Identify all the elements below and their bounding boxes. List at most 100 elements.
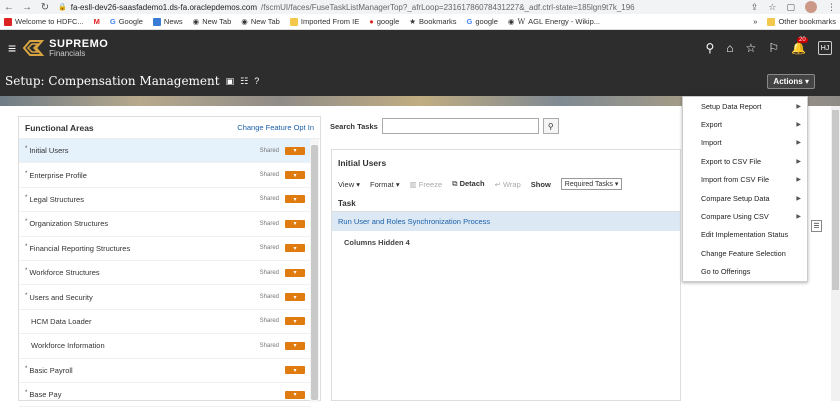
list-item[interactable]: * Financial Reporting Structures Shared ▾ <box>19 237 311 261</box>
bookmark-item[interactable]: ● google <box>369 17 399 26</box>
list-item[interactable]: * Base Pay ▾ <box>19 383 311 408</box>
list-item[interactable]: * Legal Structures Shared ▾ <box>19 188 311 213</box>
bookmark-item[interactable]: ◉ New Tab <box>193 17 232 26</box>
side-panel-icon[interactable]: ☰ <box>811 220 822 232</box>
table-row[interactable]: Run User and Roles Synchronization Proce… <box>332 212 680 231</box>
help-icon[interactable]: ? <box>254 76 259 86</box>
chevron-down-icon[interactable]: ▾ <box>285 146 305 155</box>
globe-icon: ◉ <box>241 17 248 26</box>
back-icon[interactable]: ← <box>4 2 14 13</box>
search-tasks-input[interactable] <box>381 118 539 134</box>
profile-avatar[interactable] <box>805 1 817 13</box>
hamburger-menu-icon[interactable]: ≡ <box>8 40 16 56</box>
freeze-button[interactable]: ▥ Freeze <box>410 180 443 189</box>
page-scrollbar[interactable] <box>831 106 840 401</box>
format-menu[interactable]: Format ▾ <box>370 180 400 189</box>
bookmark-item[interactable]: G Google <box>110 17 143 26</box>
list-item[interactable]: * Initial Users Shared ▾ <box>19 139 311 164</box>
gmail-icon: M <box>93 17 100 26</box>
address-bar[interactable]: 🔒 fa-esll-dev26-saasfademo1.ds-fa.oracle… <box>58 3 743 12</box>
menu-item-setup-data-report[interactable]: Setup Data Report ▶ <box>683 97 807 115</box>
task-column-header[interactable]: Task <box>332 196 680 212</box>
star-icon: ★ <box>409 17 417 26</box>
chevron-down-icon[interactable]: ▾ <box>285 171 305 180</box>
functional-areas-panel: Functional Areas Change Feature Opt In *… <box>18 116 321 408</box>
shared-label: Shared <box>259 294 279 301</box>
menu-item-edit-implementation-status[interactable]: Edit Implementation Status <box>683 226 807 244</box>
actions-button[interactable]: Actions ▾ <box>767 73 815 89</box>
task-list-icon[interactable]: ☷ <box>240 76 248 87</box>
freeze-icon: ▥ <box>409 179 417 189</box>
google-icon: G <box>466 17 473 26</box>
search-button[interactable]: ⚲ <box>542 118 559 134</box>
bookmark-item[interactable]: ◉ W AGL Energy - Wikip... <box>508 17 600 26</box>
page-title: Setup: Compensation Management <box>5 74 220 88</box>
chevron-down-icon[interactable]: ▾ <box>285 293 305 302</box>
list-item[interactable]: * Enterprise Profile Shared ▾ <box>19 163 311 188</box>
submenu-arrow-icon: ▶ <box>796 195 801 202</box>
shared-label: Shared <box>259 172 279 179</box>
menu-item-export-csv[interactable]: Export to CSV File ▶ <box>683 152 807 170</box>
folder-icon <box>289 17 298 26</box>
menu-dots-icon[interactable]: ⋮ <box>827 2 836 13</box>
list-item[interactable]: * Users and Security Shared ▾ <box>19 285 311 310</box>
reload-icon[interactable]: ↻ <box>40 2 50 13</box>
bookmark-item[interactable]: News <box>152 17 183 26</box>
logo[interactable]: SUPREMO Financials <box>22 37 109 58</box>
list-item[interactable]: Workforce Information Shared ▾ <box>19 334 311 359</box>
browser-toolbar: ← → ↻ 🔒 fa-esll-dev26-saasfademo1.ds-fa.… <box>0 0 840 14</box>
bookmark-item[interactable]: Welcome to HDFC... <box>4 17 84 26</box>
forward-icon[interactable]: → <box>22 2 32 13</box>
submenu-arrow-icon: ▶ <box>796 158 801 165</box>
chevron-down-icon[interactable]: ▾ <box>285 341 305 350</box>
more-bookmarks[interactable]: » <box>753 17 757 26</box>
chevron-down-icon[interactable]: ▾ <box>285 366 305 375</box>
user-avatar[interactable]: HJ <box>818 41 832 55</box>
menu-item-change-feature-selection[interactable]: Change Feature Selection <box>683 244 807 262</box>
flag-icon[interactable]: ⚐ <box>768 41 779 55</box>
functional-areas-heading: Functional Areas <box>25 122 94 133</box>
menu-item-export[interactable]: Export ▶ <box>683 115 807 133</box>
logo-title: SUPREMO <box>49 37 109 50</box>
share-icon[interactable]: ⇪ <box>751 2 759 13</box>
list-item[interactable]: HCM Data Loader Shared ▾ <box>19 310 311 335</box>
chevron-down-icon[interactable]: ▾ <box>285 244 305 253</box>
bookmark-item[interactable]: ◉ New Tab <box>241 17 280 26</box>
favorites-star-icon[interactable]: ☆ <box>746 41 757 55</box>
bookmark-item[interactable]: M <box>94 17 100 26</box>
change-feature-opt-in-link[interactable]: Change Feature Opt In <box>237 123 314 132</box>
search-icon[interactable]: ⚲ <box>705 41 714 55</box>
news-icon <box>152 17 161 26</box>
notifications-bell-icon[interactable]: 🔔 20 <box>791 37 808 55</box>
tab-icon[interactable]: ▢ <box>786 2 795 13</box>
bookmark-item[interactable]: ★ Bookmarks <box>409 17 456 26</box>
home-icon[interactable]: ⌂ <box>726 41 733 55</box>
detach-button[interactable]: ⧉ Detach <box>452 179 484 189</box>
title-dropdown-icon[interactable]: ▣ <box>226 76 235 87</box>
wrap-button[interactable]: ↵ Wrap <box>495 180 521 189</box>
bookmark-item[interactable]: Ggoogle <box>467 17 498 26</box>
bookmark-star-icon[interactable]: ☆ <box>768 2 776 13</box>
menu-item-compare-setup-data[interactable]: Compare Setup Data ▶ <box>683 189 807 207</box>
show-label: Show <box>530 179 551 189</box>
chevron-down-icon[interactable]: ▾ <box>285 390 305 399</box>
chevron-down-icon[interactable]: ▾ <box>285 268 305 277</box>
list-item[interactable]: * Workforce Structures Shared ▾ <box>19 261 311 286</box>
menu-item-import-csv[interactable]: Import from CSV File ▶ <box>683 171 807 189</box>
menu-item-go-to-offerings[interactable]: Go to Offerings <box>683 263 807 281</box>
chevron-down-icon[interactable]: ▾ <box>285 317 305 326</box>
list-item[interactable]: * Organization Structures Shared ▾ <box>19 212 311 237</box>
menu-item-compare-using-csv[interactable]: Compare Using CSV ▶ <box>683 207 807 225</box>
list-item[interactable]: * Basic Payroll ▾ <box>19 359 311 383</box>
functional-areas-scrollbar[interactable] <box>310 139 319 402</box>
bookmark-item[interactable]: Imported From IE <box>289 17 359 26</box>
menu-item-import[interactable]: Import ▶ <box>683 134 807 152</box>
show-select[interactable]: Required Tasks ▾ <box>560 178 623 190</box>
chevron-down-icon[interactable]: ▾ <box>285 195 305 204</box>
other-bookmarks[interactable]: Other bookmarks <box>767 17 836 26</box>
chevron-down-icon[interactable]: ▾ <box>285 219 305 228</box>
shared-label: Shared <box>259 269 279 276</box>
opera-icon: ● <box>369 17 374 26</box>
view-menu[interactable]: View ▾ <box>338 180 360 189</box>
hdfc-icon <box>4 17 12 26</box>
